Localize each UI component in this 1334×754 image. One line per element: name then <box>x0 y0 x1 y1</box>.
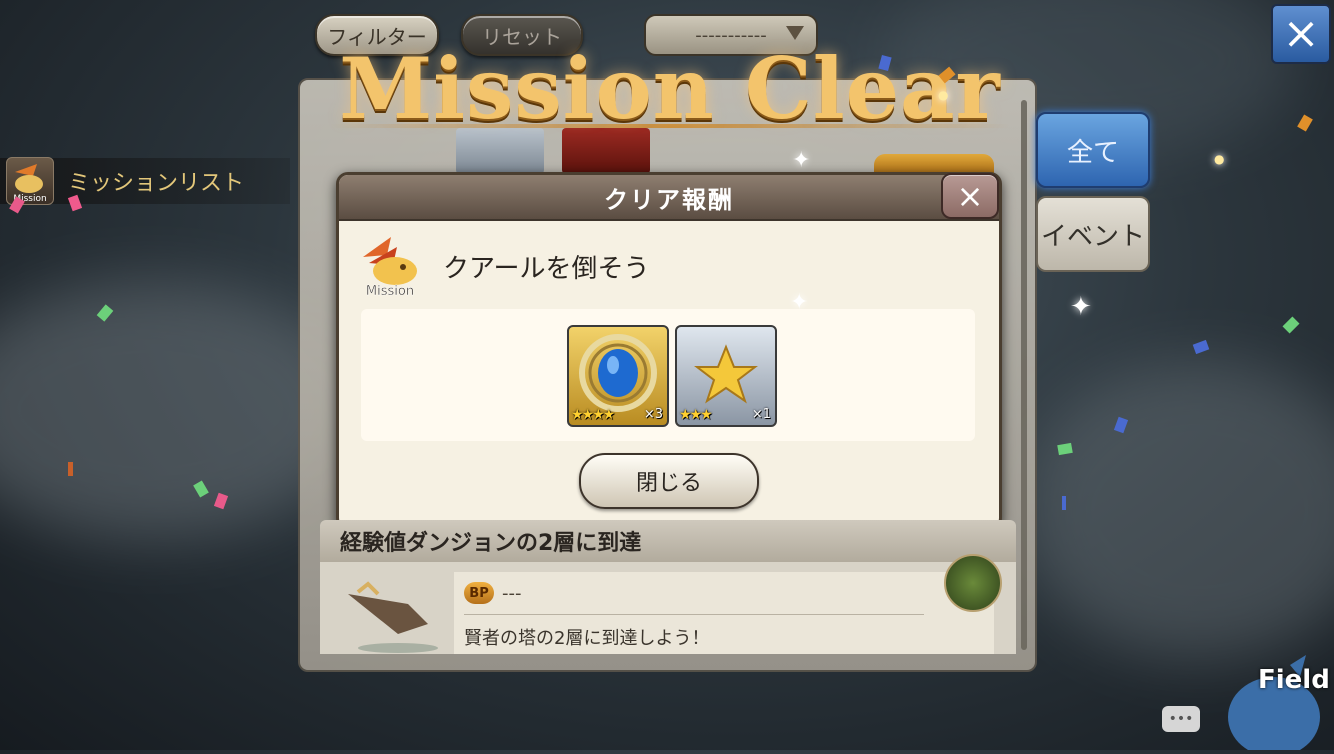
sparkle: ● <box>1214 152 1225 166</box>
tab-all[interactable]: 全て <box>1036 112 1150 188</box>
sparkle: ✦ <box>1070 292 1092 322</box>
mission-description: 賢者の塔の2層に到達しよう！ <box>464 628 710 649</box>
horn-item-icon <box>348 581 438 653</box>
mission-list-label: ミッションリスト <box>68 171 245 196</box>
mission-emblem-text: Mission <box>366 284 414 299</box>
mission-clear-banner: Mission Clear <box>330 38 1010 138</box>
mission-emblem-icon: Mission <box>357 233 423 299</box>
dialog-title: クリア報酬 <box>339 175 999 221</box>
mission-entry-details: BP --- 賢者の塔の2層に到達しよう！ <box>454 572 994 654</box>
background-fog <box>1020 360 1334 660</box>
sparkle: ✦ <box>790 290 809 315</box>
divider <box>464 614 924 615</box>
confetti <box>1282 316 1300 334</box>
field-button[interactable]: Field <box>1220 655 1334 754</box>
mission-row: Mission クアールを倒そう <box>357 233 649 299</box>
bp-value: --- <box>502 582 522 604</box>
mission-entry[interactable]: BP --- 賢者の塔の2層に到達しよう！ <box>320 554 1016 654</box>
mission-name: クアールを倒そう <box>443 253 650 284</box>
bp-icon: BP <box>464 582 494 604</box>
confetti <box>1062 496 1066 510</box>
close-icon: × <box>1282 8 1320 59</box>
reward-item[interactable]: ★★★ ×1 <box>675 325 777 427</box>
tab-event[interactable]: イベント <box>1036 196 1150 272</box>
reward-item[interactable]: ★★★★ ×3 <box>567 325 669 427</box>
dialog-close-button[interactable]: × <box>941 173 999 219</box>
reward-rarity-stars: ★★★★ <box>571 407 615 423</box>
gift-icon[interactable] <box>944 554 1002 612</box>
sparkle: ● <box>938 88 949 102</box>
mission-clear-title: Mission Clear <box>339 38 1001 138</box>
reward-rarity-stars: ★★★ <box>679 407 713 423</box>
confetti <box>1297 114 1313 132</box>
field-label: Field <box>1258 665 1330 695</box>
close-screen-button[interactable]: × <box>1271 4 1331 64</box>
close-dialog-button[interactable]: 閉じる <box>579 453 759 509</box>
reward-quantity: ×1 <box>751 407 771 422</box>
bp-reward: BP --- <box>464 582 522 604</box>
mission-list-header: Mission ミッションリスト <box>0 157 290 205</box>
confetti <box>1192 339 1210 355</box>
close-icon: × <box>956 177 984 215</box>
mission-entry-title: 経験値ダンジョンの2層に到達 <box>320 520 1016 562</box>
reward-quantity: ×3 <box>643 407 663 422</box>
mission-icon: Mission <box>6 157 54 205</box>
sparkle: ✦ <box>792 148 811 173</box>
reward-list: ★★★★ ×3 ★★★ ×1 <box>361 309 975 441</box>
clear-reward-dialog: クリア報酬 Mission クアールを倒そう ★★★★ ×3 ★★★ ×1 閉じ… <box>336 172 1002 530</box>
panel-scrollbar[interactable] <box>1021 100 1027 650</box>
chat-icon[interactable]: ••• <box>1162 706 1200 732</box>
confetti <box>68 462 73 476</box>
